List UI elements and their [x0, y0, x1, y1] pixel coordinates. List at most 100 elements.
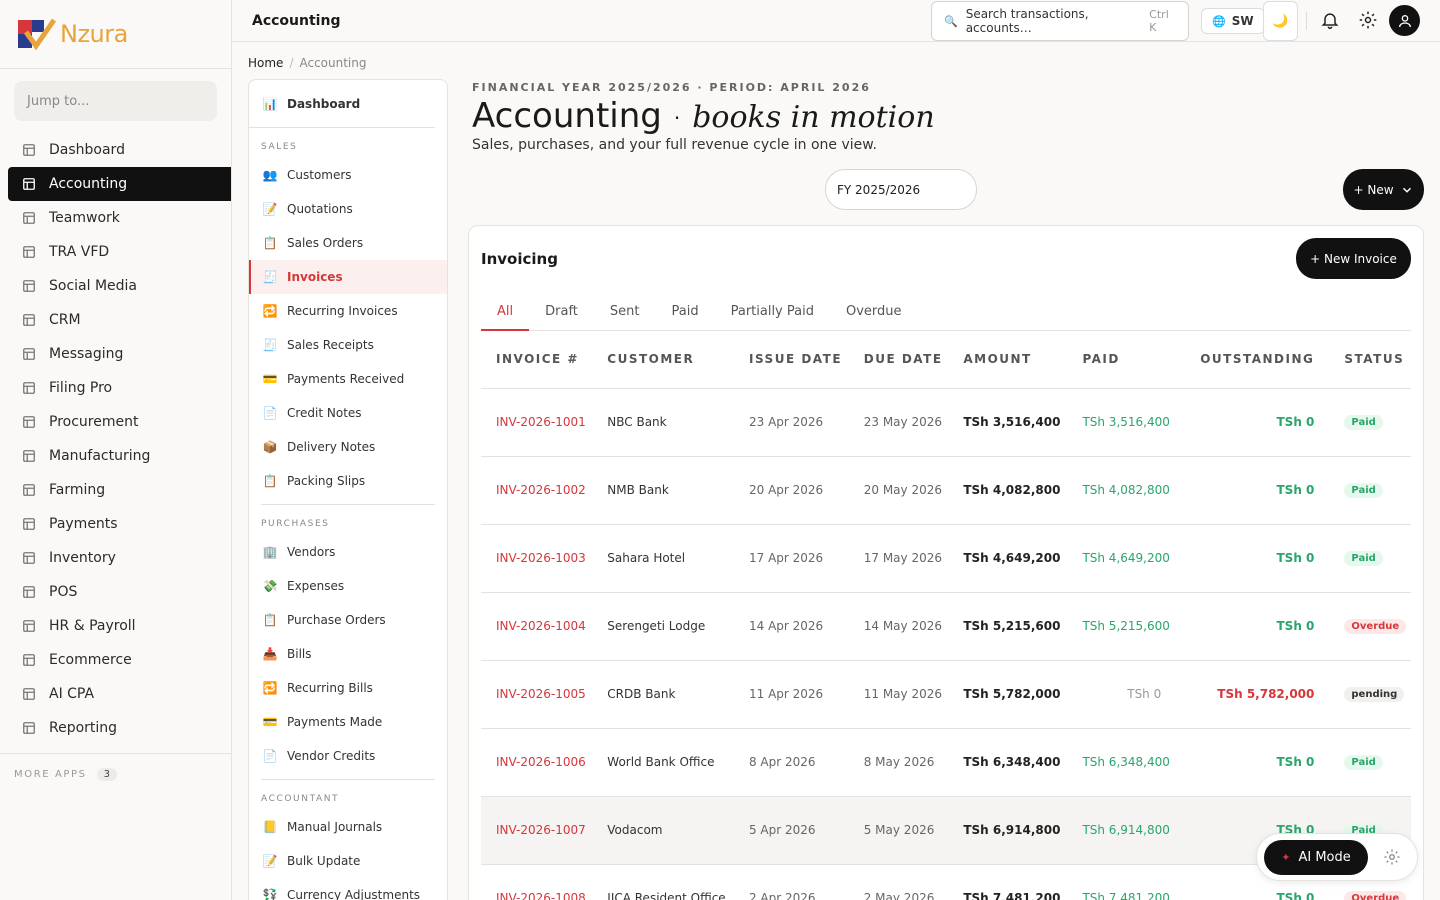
sidebar-item-crm[interactable]: CRM — [8, 303, 231, 337]
subnav-item-recurring-bills[interactable]: 🔁 Recurring Bills — [249, 671, 447, 705]
subnav-section-title: PURCHASES — [261, 519, 330, 529]
subnav-item-label: Recurring Bills — [287, 681, 373, 695]
customer-cell: Serengeti Lodge — [592, 592, 734, 661]
new-invoice-button[interactable]: + New Invoice — [1296, 238, 1411, 279]
page-subtitle: Sales, purchases, and your full revenue … — [472, 137, 877, 153]
subnav-item-bulk-update[interactable]: 📝 Bulk Update — [249, 844, 447, 878]
subnav-item-vendor-credits[interactable]: 📄 Vendor Credits — [249, 739, 447, 773]
search-input[interactable]: 🔍 Search transactions, accounts… Ctrl K — [931, 1, 1189, 41]
invoice-number-link[interactable]: INV-2026-1001 — [481, 388, 593, 457]
sidebar-item-filing-pro[interactable]: Filing Pro — [8, 371, 231, 405]
sidebar-item-dashboard[interactable]: Dashboard — [8, 133, 231, 167]
sidebar-item-farming[interactable]: Farming — [8, 473, 231, 507]
chevron-down-icon — [1402, 187, 1411, 193]
subnav-item-vendors[interactable]: 🏢 Vendors — [249, 535, 447, 569]
sidebar-item-inventory[interactable]: Inventory — [8, 541, 231, 575]
customer-cell: Vodacom — [592, 796, 734, 865]
theme-toggle[interactable]: 🌙 — [1263, 1, 1298, 41]
tab-paid[interactable]: Paid — [656, 296, 715, 331]
sidebar-item-procurement[interactable]: Procurement — [8, 405, 231, 439]
sidebar-item-payments[interactable]: Payments — [8, 507, 231, 541]
sidebar-item-reporting[interactable]: Reporting — [8, 711, 231, 745]
table-row[interactable]: INV-2026-1005 CRDB Bank 11 Apr 2026 11 May … — [481, 660, 1411, 729]
ai-mode-button[interactable]: ✦ AI Mode — [1264, 840, 1368, 875]
invoice-number-link[interactable]: INV-2026-1006 — [481, 728, 593, 797]
column-header: AMOUNT — [948, 331, 1068, 389]
subnav-item-icon: 📋 — [262, 236, 278, 250]
sidebar-item-manufacturing[interactable]: Manufacturing — [8, 439, 231, 473]
gear-icon[interactable] — [1383, 848, 1401, 866]
receipt-icon — [23, 586, 35, 598]
folder-icon — [23, 382, 35, 394]
subnav-item-bills[interactable]: 📥 Bills — [249, 637, 447, 671]
sidebar-item-accounting[interactable]: Accounting — [8, 167, 231, 201]
bell-icon[interactable] — [1320, 10, 1340, 30]
invoice-number-link[interactable]: INV-2026-1007 — [481, 796, 593, 865]
sidebar-item-label: AI CPA — [49, 686, 95, 702]
globe-icon: 🌐 — [1212, 14, 1226, 28]
subnav-item-manual-journals[interactable]: 📒 Manual Journals — [249, 810, 447, 844]
tab-all[interactable]: All — [481, 296, 530, 331]
tab-sent[interactable]: Sent — [594, 296, 656, 331]
sidebar-item-ecommerce[interactable]: Ecommerce — [8, 643, 231, 677]
subnav-item-invoices[interactable]: 🧾 Invoices — [249, 260, 447, 294]
subnav-item-payments-made[interactable]: 💳 Payments Made — [249, 705, 447, 739]
subnav-item-sales-orders[interactable]: 📋 Sales Orders — [249, 226, 447, 260]
paid-cell: TSh 6,914,800 — [1067, 796, 1177, 865]
status-badge: Paid — [1344, 415, 1383, 430]
invoice-number-link[interactable]: INV-2026-1008 — [481, 864, 593, 900]
table-row[interactable]: INV-2026-1004 Serengeti Lodge 14 Apr 2026 1… — [481, 592, 1411, 661]
subnav-item-icon: 📥 — [262, 647, 278, 661]
ai-mode-label: AI Mode — [1298, 850, 1351, 865]
breadcrumb-home[interactable]: Home — [248, 56, 283, 70]
subnav-dashboard[interactable]: 📊 Dashboard — [249, 80, 435, 128]
sidebar-item-tra-vfd[interactable]: TRA VFD — [8, 235, 231, 269]
sidebar-item-pos[interactable]: POS — [8, 575, 231, 609]
subnav-item-recurring-invoices[interactable]: 🔁 Recurring Invoices — [249, 294, 447, 328]
sidebar-item-ai-cpa[interactable]: AI CPA — [8, 677, 231, 711]
factory-icon — [23, 450, 35, 462]
invoice-number-link[interactable]: INV-2026-1005 — [481, 660, 593, 729]
logo[interactable]: Nzura — [0, 0, 231, 69]
sidebar-item-social-media[interactable]: Social Media — [8, 269, 231, 303]
gear-icon[interactable] — [1358, 10, 1378, 30]
due-date-cell: 17 May 2026 — [848, 524, 949, 593]
sidebar-item-messaging[interactable]: Messaging — [8, 337, 231, 371]
page-heading: Accounting · books in motion — [472, 96, 935, 136]
status-cell: Paid — [1329, 456, 1411, 525]
subnav-item-quotations[interactable]: 📝 Quotations — [249, 192, 447, 226]
language-switch[interactable]: 🌐 SW — [1201, 8, 1265, 34]
tab-draft[interactable]: Draft — [529, 296, 594, 331]
sidebar-item-teamwork[interactable]: Teamwork — [8, 201, 231, 235]
table-row[interactable]: INV-2026-1001 NBC Bank 23 Apr 2026 23 May 2… — [481, 388, 1411, 457]
invoice-number-link[interactable]: INV-2026-1002 — [481, 456, 593, 525]
new-button[interactable]: + New — [1343, 169, 1424, 210]
tab-partially-paid[interactable]: Partially Paid — [715, 296, 830, 331]
subnav-item-payments-received[interactable]: 💳 Payments Received — [249, 362, 447, 396]
column-header: PAID — [1067, 331, 1177, 389]
subnav-item-purchase-orders[interactable]: 📋 Purchase Orders — [249, 603, 447, 637]
subnav-item-sales-receipts[interactable]: 🧾 Sales Receipts — [249, 328, 447, 362]
invoice-number-link[interactable]: INV-2026-1004 — [481, 592, 593, 661]
tab-overdue[interactable]: Overdue — [830, 296, 918, 331]
avatar[interactable] — [1389, 5, 1420, 36]
column-header: CUSTOMER — [592, 331, 734, 389]
subnav-item-packing-slips[interactable]: 📋 Packing Slips — [249, 464, 447, 498]
subnav-item-currency-adjustments[interactable]: 💱 Currency Adjustments — [249, 878, 447, 900]
subnav-item-credit-notes[interactable]: 📄 Credit Notes — [249, 396, 447, 430]
card-icon — [23, 518, 35, 530]
table-row[interactable]: INV-2026-1002 NMB Bank 20 Apr 2026 20 May 2… — [481, 456, 1411, 525]
subnav-item-icon: 📝 — [262, 854, 278, 868]
invoice-number-link[interactable]: INV-2026-1003 — [481, 524, 593, 593]
fiscal-year-select[interactable]: FY 2025/2026 — [825, 169, 977, 210]
more-apps[interactable]: MORE APPS 3 — [0, 753, 231, 795]
sidebar-item-hr-payroll[interactable]: HR & Payroll — [8, 609, 231, 643]
table-row[interactable]: INV-2026-1003 Sahara Hotel 17 Apr 2026 17 M… — [481, 524, 1411, 593]
subnav-item-delivery-notes[interactable]: 📦 Delivery Notes — [249, 430, 447, 464]
jump-to-input[interactable]: Jump to... — [14, 81, 217, 121]
table-row[interactable]: INV-2026-1006 World Bank Office 8 Apr 2026… — [481, 728, 1411, 797]
issue-date-cell: 23 Apr 2026 — [733, 388, 849, 457]
subnav-item-icon: 💸 — [262, 579, 278, 593]
subnav-item-customers[interactable]: 👥 Customers — [249, 158, 447, 192]
subnav-item-expenses[interactable]: 💸 Expenses — [249, 569, 447, 603]
